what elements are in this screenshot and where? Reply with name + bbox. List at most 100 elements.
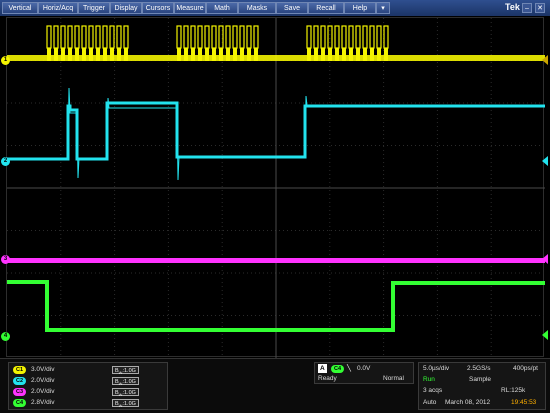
ch1-pulse-tail xyxy=(96,48,100,61)
ch1-pulse xyxy=(239,25,245,49)
ch1-pulse-tail xyxy=(89,48,93,61)
trigger-mode: Normal xyxy=(383,375,404,382)
trigger-source-chip[interactable]: C4 xyxy=(331,365,344,373)
menu-save[interactable]: Save xyxy=(276,2,308,14)
ch1-pulse xyxy=(102,25,108,49)
ch1-pulse-tail xyxy=(247,48,251,61)
acq-mode: Sample xyxy=(469,376,492,383)
ch1-level-arrow-icon xyxy=(542,55,548,65)
ch1-pulse-tail xyxy=(335,48,339,61)
ch1-scale: 3.0V/div xyxy=(31,366,55,373)
ch1-pulse-tail xyxy=(356,48,360,61)
menu-display[interactable]: Display xyxy=(110,2,142,14)
ch1-pulse xyxy=(183,25,189,49)
menu-recall[interactable]: Recall xyxy=(308,2,344,14)
ch1-pulse-tail xyxy=(219,48,223,61)
graticule xyxy=(7,18,545,358)
ch3-chip[interactable]: C3 xyxy=(13,388,26,396)
menu-vertical[interactable]: Vertical xyxy=(2,2,38,14)
ch3-marker[interactable]: 3 xyxy=(1,255,10,264)
ch1-pulse-tail xyxy=(205,48,209,61)
minimize-button[interactable]: – xyxy=(522,3,532,13)
ch1-pulse xyxy=(123,25,129,49)
ch1-pulse xyxy=(334,25,340,49)
ch1-pulse-tail xyxy=(177,48,181,61)
ch1-pulse xyxy=(88,25,94,49)
ch1-pulse xyxy=(218,25,224,49)
ch1-pulse-tail xyxy=(191,48,195,61)
ch1-pulse xyxy=(362,25,368,49)
ch1-pulse-tail xyxy=(68,48,72,61)
resolution: 400ps/pt xyxy=(513,365,538,372)
ch1-pulse xyxy=(320,25,326,49)
ch1-pulse xyxy=(60,25,66,49)
acquisition-readout-panel[interactable]: 5.0µs/div 2.5GS/s 400ps/pt Run Sample 3 … xyxy=(418,362,546,410)
time: 19:45:53 xyxy=(511,399,537,406)
ch1-pulse xyxy=(109,25,115,49)
ch1-pulse-tail xyxy=(254,48,258,61)
date: March 08, 2012 xyxy=(445,399,491,406)
ch1-pulse-tail xyxy=(328,48,332,61)
menu-measure[interactable]: Measure xyxy=(174,2,206,14)
ch1-pulse xyxy=(53,25,59,49)
trigger-label: A xyxy=(318,364,327,373)
menu-help[interactable]: Help xyxy=(344,2,376,14)
ch1-bandwidth: BW:1.0G xyxy=(112,366,139,375)
ch1-pulse xyxy=(376,25,382,49)
ch2-bandwidth: BW:1.0G xyxy=(112,377,139,386)
ch2-scale: 2.0V/div xyxy=(31,377,55,384)
ch2-chip[interactable]: C2 xyxy=(13,377,26,385)
ch1-pulse-tail xyxy=(75,48,79,61)
menu-more-dropdown[interactable]: ▾ xyxy=(376,2,390,14)
menu-masks[interactable]: Masks xyxy=(238,2,276,14)
ch1-pulse xyxy=(348,25,354,49)
menu-trigger[interactable]: Trigger xyxy=(78,2,110,14)
ch1-pulse xyxy=(369,25,375,49)
ch1-pulse xyxy=(211,25,217,49)
ch1-pulse-tail xyxy=(240,48,244,61)
ch1-pulse xyxy=(306,25,312,49)
ch1-chip[interactable]: C1 xyxy=(13,366,26,374)
ch1-pulse-tail xyxy=(198,48,202,61)
ch4-level-arrow-icon xyxy=(542,330,548,340)
ch1-pulse-tail xyxy=(370,48,374,61)
ch4-scale: 2.8V/div xyxy=(31,399,55,406)
channel-readout-panel[interactable]: C1 3.0V/div BW:1.0G C2 2.0V/div BW:1.0G … xyxy=(8,362,168,410)
status-bar: C1 3.0V/div BW:1.0G C2 2.0V/div BW:1.0G … xyxy=(0,358,550,413)
ch1-marker[interactable]: 1 xyxy=(1,56,10,65)
trigger-auto-mode: Auto xyxy=(423,399,437,406)
waveform-display[interactable] xyxy=(6,17,545,358)
ch1-pulse-tail xyxy=(124,48,128,61)
ch1-pulse xyxy=(46,25,52,49)
ch1-pulse-tail xyxy=(82,48,86,61)
trigger-readout-panel[interactable]: A C4 ╲ 0.0V Ready Normal xyxy=(314,362,414,384)
ch1-pulse-tail xyxy=(321,48,325,61)
ch1-pulse xyxy=(341,25,347,49)
ch2-marker[interactable]: 2 xyxy=(1,157,10,166)
menu-horiz-acq[interactable]: Horiz/Acq xyxy=(38,2,78,14)
close-button[interactable]: ✕ xyxy=(535,3,545,13)
ch1-pulse-tail xyxy=(226,48,230,61)
ch1-pulse-tail xyxy=(349,48,353,61)
record-length: RL:125k xyxy=(501,387,526,394)
ch1-pulse xyxy=(232,25,238,49)
ch1-pulse-tail xyxy=(363,48,367,61)
menu-cursors[interactable]: Cursors xyxy=(142,2,174,14)
ch1-pulse xyxy=(67,25,73,49)
ch1-pulse xyxy=(383,25,389,49)
ch1-pulse xyxy=(74,25,80,49)
ch1-pulse xyxy=(190,25,196,49)
ch1-pulse xyxy=(197,25,203,49)
ch4-marker[interactable]: 4 xyxy=(1,332,10,341)
ch3-scale: 2.0V/div xyxy=(31,388,55,395)
ch3-bandwidth: BW:1.0G xyxy=(112,388,139,397)
ch1-baseline xyxy=(7,55,545,61)
ch4-chip[interactable]: C4 xyxy=(13,399,26,407)
ch1-pulse-tail xyxy=(377,48,381,61)
ch1-pulse xyxy=(116,25,122,49)
ch1-pulse-tail xyxy=(117,48,121,61)
ch1-pulse-tail xyxy=(61,48,65,61)
menu-math[interactable]: Math xyxy=(206,2,238,14)
menu-bar: Vertical Horiz/Acq Trigger Display Curso… xyxy=(0,0,550,16)
ch1-pulse xyxy=(225,25,231,49)
